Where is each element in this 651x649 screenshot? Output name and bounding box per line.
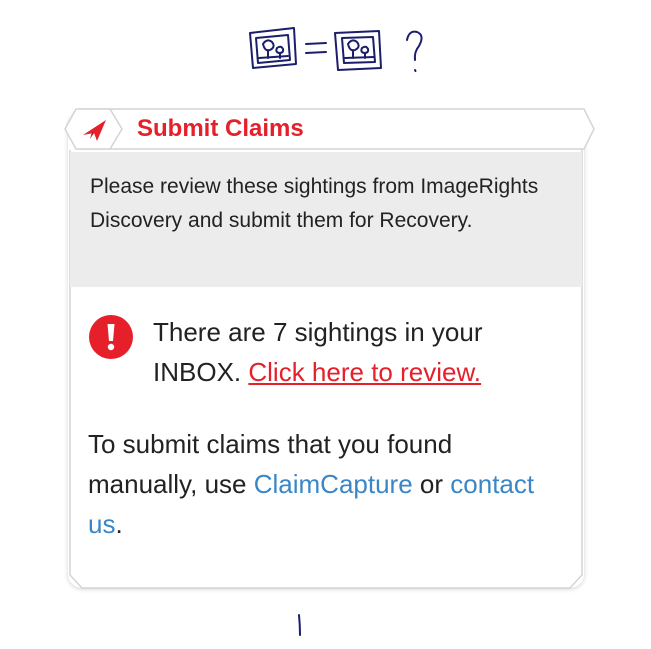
paper-plane-icon xyxy=(64,108,123,150)
intro-text: Please review these sightings from Image… xyxy=(90,175,539,232)
picture-frame-icon xyxy=(249,27,297,69)
card-header: Submit Claims xyxy=(50,106,596,152)
manual-text-period: . xyxy=(115,509,123,539)
claimcapture-link[interactable]: ClaimCapture xyxy=(254,469,413,499)
sketch-stroke xyxy=(298,614,301,636)
card-title: Submit Claims xyxy=(137,115,304,142)
manual-submit-text: To submit claims that you found manually… xyxy=(88,424,558,544)
inbox-alert: There are 7 sightings in your INBOX. Cli… xyxy=(88,312,568,402)
exclamation-icon xyxy=(89,315,133,359)
review-link[interactable]: Click here to review. xyxy=(248,357,481,387)
equals-icon xyxy=(305,42,327,54)
intro-section: Please review these sightings from Image… xyxy=(70,152,582,287)
manual-text-or: or xyxy=(419,469,444,499)
alert-text: There are 7 sightings in your INBOX. Cli… xyxy=(153,312,553,392)
picture-frame-icon xyxy=(334,30,382,71)
sketch-annotation xyxy=(249,27,423,72)
header-banner xyxy=(79,108,595,150)
question-mark-icon xyxy=(406,30,423,72)
